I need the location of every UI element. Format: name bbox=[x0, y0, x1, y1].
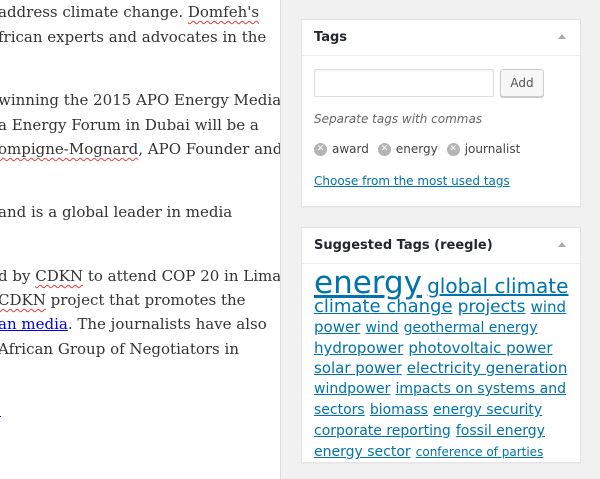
content-text: frican experts and advocates in the bbox=[0, 28, 267, 46]
tag-label: journalist bbox=[464, 142, 521, 156]
content-text: d by bbox=[0, 267, 36, 285]
content-text: . The journalists have also bbox=[67, 315, 267, 333]
suggested-tag[interactable]: photovoltaic power bbox=[408, 339, 552, 357]
editor-line: winning the 2015 APO Energy Media bbox=[0, 91, 281, 109]
suggested-tag[interactable]: hydropower bbox=[314, 339, 403, 357]
suggested-tag[interactable]: solar power bbox=[314, 359, 402, 377]
content-text: a Energy Forum in Dubai will be a bbox=[0, 116, 259, 134]
suggested-tags-title: Suggested Tags (reegle) bbox=[314, 238, 493, 253]
suggested-tag[interactable]: projects bbox=[458, 297, 526, 317]
suggested-tag[interactable]: geothermal energy bbox=[404, 320, 538, 336]
suggested-tag[interactable]: impacts on systems and bbox=[395, 381, 566, 397]
suggested-tag[interactable]: fossil energy bbox=[456, 423, 545, 439]
suggested-tags-header[interactable]: Suggested Tags (reegle) bbox=[302, 228, 580, 264]
suggested-tag[interactable]: conference of parties bbox=[416, 445, 544, 459]
editor-line: frican experts and advocates in the bbox=[0, 28, 266, 46]
add-tag-button[interactable]: Add bbox=[500, 69, 544, 97]
content-text: , APO Founder and bbox=[138, 140, 281, 158]
suggested-tag[interactable]: wind bbox=[531, 298, 566, 316]
content-text: address climate change. bbox=[0, 3, 188, 21]
tag-chip: ✕ journalist bbox=[446, 139, 521, 159]
tag-label: award bbox=[332, 142, 369, 156]
suggested-tag-cloud: energy global climate climate change pro… bbox=[314, 268, 570, 462]
content-text: and is a global leader in media bbox=[0, 203, 233, 221]
suggested-tag[interactable]: energy sector bbox=[314, 444, 411, 460]
suggested-tag[interactable]: wind bbox=[365, 320, 398, 336]
content-link[interactable] bbox=[0, 402, 1, 417]
remove-tag-icon[interactable]: ✕ bbox=[446, 142, 460, 156]
suggested-tags-box: Suggested Tags (reegle) energy global cl… bbox=[301, 227, 581, 463]
most-used-tags-link[interactable]: Choose from the most used tags bbox=[314, 174, 510, 188]
editor-line: an media. The journalists have also bbox=[0, 315, 267, 333]
tag-list: ✕ award ✕ energy ✕ journalist bbox=[314, 139, 529, 159]
tags-hint: Separate tags with commas bbox=[314, 112, 483, 126]
tag-chip: ✕ energy bbox=[377, 139, 438, 159]
new-tag-input[interactable] bbox=[314, 69, 494, 97]
misspelled-word: Domfeh's bbox=[187, 3, 260, 21]
editor-line: d by CDKN to attend COP 20 in Lima, bbox=[0, 267, 281, 285]
editor-line: a Energy Forum in Dubai will be a bbox=[0, 116, 259, 134]
post-content-editor[interactable]: address climate change. Domfeh's frican … bbox=[0, 0, 281, 479]
suggested-tag[interactable]: sectors bbox=[314, 402, 365, 418]
tags-box-header[interactable]: Tags bbox=[302, 20, 580, 56]
tag-chip: ✕ award bbox=[314, 139, 369, 159]
editor-line: ompigne-Mognard, APO Founder and bbox=[0, 140, 281, 158]
tags-box-title: Tags bbox=[314, 30, 348, 45]
misspelled-word: CDKN bbox=[0, 291, 46, 309]
content-link[interactable]: an media bbox=[0, 315, 68, 333]
editor-line: African Group of Negotiators in bbox=[0, 340, 239, 358]
misspelled-word: ompigne-Mognard bbox=[0, 140, 139, 158]
content-text: winning the 2015 APO Energy Media bbox=[0, 91, 281, 109]
suggested-tag[interactable]: corporate reporting bbox=[314, 423, 451, 439]
suggested-tag[interactable]: global climate bbox=[427, 274, 568, 298]
suggested-tag[interactable]: climate change bbox=[314, 296, 453, 317]
suggested-tag[interactable]: windpower bbox=[314, 381, 390, 397]
suggested-tag[interactable]: power bbox=[314, 318, 360, 336]
content-text: African Group of Negotiators in bbox=[0, 340, 239, 358]
misspelled-word: CDKN bbox=[35, 267, 84, 285]
collapse-arrow-icon[interactable] bbox=[558, 242, 566, 247]
editor-line bbox=[0, 402, 1, 421]
tag-label: energy bbox=[395, 142, 438, 156]
editor-line: and is a global leader in media bbox=[0, 203, 232, 221]
content-text: project that promotes the bbox=[45, 291, 246, 309]
collapse-arrow-icon[interactable] bbox=[558, 34, 566, 39]
editor-line: address climate change. Domfeh's bbox=[0, 3, 259, 21]
suggested-tag[interactable]: energy security bbox=[433, 402, 542, 418]
remove-tag-icon[interactable]: ✕ bbox=[314, 142, 327, 156]
editor-line: CDKN project that promotes the bbox=[0, 291, 246, 309]
suggested-tag[interactable]: biomass bbox=[370, 402, 428, 418]
remove-tag-icon[interactable]: ✕ bbox=[377, 142, 391, 156]
tags-box: Tags Add Separate tags with commas ✕ awa… bbox=[301, 19, 581, 207]
suggested-tag[interactable]: electricity generation bbox=[407, 359, 568, 377]
content-text: to attend COP 20 in Lima, bbox=[83, 267, 281, 285]
